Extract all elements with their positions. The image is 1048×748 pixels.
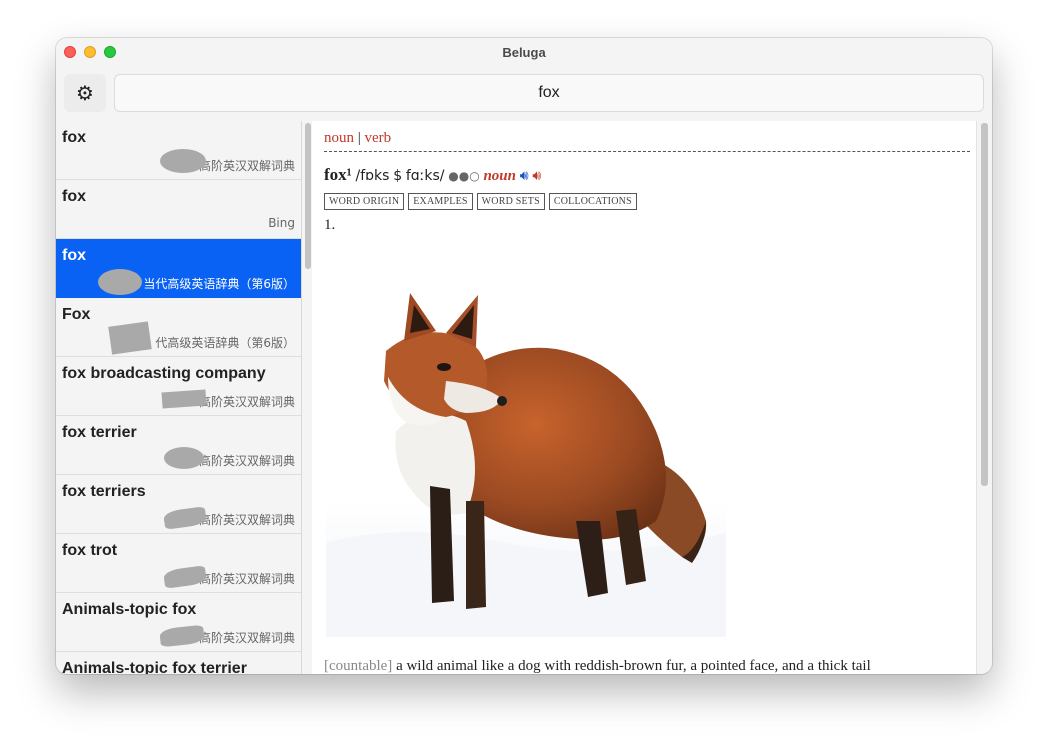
- definition-text: a wild animal like a dog with reddish-br…: [396, 658, 871, 674]
- list-item[interactable]: Animals-topic fox terrier: [56, 652, 301, 674]
- sidebar-scrollbar[interactable]: [305, 123, 311, 269]
- pronunciation-us: fɑːks/: [405, 168, 445, 184]
- window-title: Beluga: [502, 45, 546, 60]
- pronunciation-uk: /fɒks: [355, 168, 390, 184]
- pronunciation-us-marker: $: [393, 168, 403, 184]
- redaction-mark: [98, 269, 142, 295]
- list-item-title: fox: [62, 129, 86, 146]
- list-item-source: 高阶英汉双解词典: [198, 631, 295, 645]
- title-bar: Beluga: [56, 38, 992, 66]
- list-item-title: Animals-topic fox terrier: [62, 660, 247, 674]
- redaction-mark: [164, 447, 204, 469]
- speaker-icon[interactable]: 🔊︎: [532, 168, 541, 184]
- headword: fox¹: [324, 165, 352, 184]
- entry-scrollbar[interactable]: [981, 123, 988, 486]
- settings-button[interactable]: ⚙: [64, 74, 106, 112]
- list-item[interactable]: Fox 代高级英语辞典（第6版）: [56, 298, 301, 357]
- list-item-source: 高阶英汉双解词典: [198, 454, 295, 468]
- list-item-selected[interactable]: fox 当代高级英语辞典（第6版）: [56, 239, 301, 298]
- redaction-mark: [161, 389, 207, 409]
- redaction-mark: [159, 624, 205, 648]
- list-item-title: Animals-topic fox: [62, 601, 197, 618]
- definition-label: [countable]: [324, 658, 393, 674]
- list-item[interactable]: fox Bing: [56, 180, 301, 239]
- divider: [324, 151, 970, 152]
- list-item-source: 高阶英汉双解词典: [198, 572, 295, 586]
- list-item[interactable]: fox trot 高阶英汉双解词典: [56, 534, 301, 593]
- list-item-title: fox broadcasting company: [62, 365, 266, 382]
- list-item-source: 高阶英汉双解词典: [198, 395, 295, 409]
- redaction-mark: [160, 149, 206, 173]
- tab-word-sets[interactable]: WORD SETS: [476, 193, 545, 210]
- list-item-source: 代高级英语辞典（第6版）: [155, 336, 295, 350]
- search-input[interactable]: fox: [114, 74, 984, 112]
- sense-number: 1.: [324, 217, 336, 233]
- list-item-title: fox: [62, 188, 86, 205]
- tab-word-origin[interactable]: WORD ORIGIN: [324, 193, 405, 210]
- app-window: Beluga ⚙ fox fox 高阶英汉双解词典 fox Bing fox 当…: [56, 38, 992, 674]
- speaker-icon[interactable]: 🔊︎: [520, 168, 529, 184]
- definition: [countable] a wild animal like a dog wit…: [324, 658, 871, 674]
- list-item[interactable]: Animals-topic fox 高阶英汉双解词典: [56, 593, 301, 652]
- list-item-title: fox terriers: [62, 483, 146, 500]
- results-list: fox 高阶英汉双解词典 fox Bing fox 当代高级英语辞典（第6版） …: [56, 121, 302, 674]
- list-item-title: fox trot: [62, 542, 118, 559]
- list-item-source: Bing: [268, 216, 295, 230]
- list-item-source: 高阶英汉双解词典: [198, 513, 295, 527]
- pos-link-noun[interactable]: noun: [324, 130, 354, 146]
- list-item-title: fox terrier: [62, 424, 137, 441]
- list-item[interactable]: fox terriers 高阶英汉双解词典: [56, 475, 301, 534]
- pos-link-verb[interactable]: verb: [365, 130, 392, 146]
- frequency-dots: ●●○: [448, 169, 480, 183]
- list-item[interactable]: fox terrier 高阶英汉双解词典: [56, 416, 301, 475]
- pos-separator: |: [357, 130, 361, 146]
- list-item[interactable]: fox 高阶英汉双解词典: [56, 121, 301, 180]
- entry-tabs: WORD ORIGIN EXAMPLES WORD SETS COLLOCATI…: [324, 193, 637, 210]
- fox-illustration: [326, 281, 726, 637]
- headword-line: fox¹ /fɒks $ fɑːks/ ●●○ noun 🔊︎ 🔊︎: [324, 165, 541, 185]
- list-item-source: 高阶英汉双解词典: [198, 159, 295, 173]
- redaction-mark: [108, 321, 152, 355]
- tab-collocations[interactable]: COLLOCATIONS: [548, 193, 637, 210]
- list-item[interactable]: fox broadcasting company 高阶英汉双解词典: [56, 357, 301, 416]
- part-of-speech: noun: [483, 168, 516, 184]
- pos-links: noun | verb: [324, 130, 391, 147]
- tab-examples[interactable]: EXAMPLES: [408, 193, 473, 210]
- list-item-source: 当代高级英语辞典（第6版）: [143, 277, 295, 291]
- entry-view: noun | verb fox¹ /fɒks $ fɑːks/ ●●○ noun…: [312, 121, 976, 674]
- gear-icon: ⚙: [76, 81, 94, 105]
- list-item-title: fox: [62, 247, 86, 264]
- list-item-title: Fox: [62, 306, 91, 323]
